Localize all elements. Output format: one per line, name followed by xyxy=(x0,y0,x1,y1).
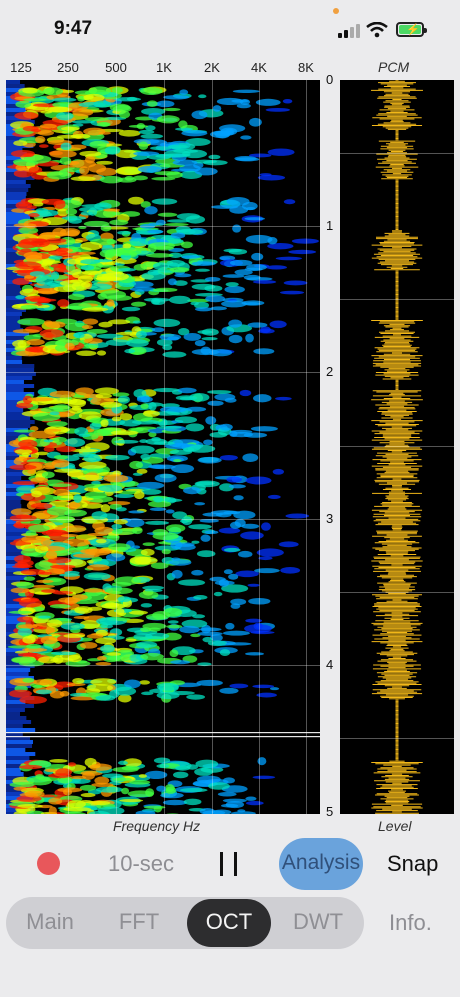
frequency-tick-label: 1K xyxy=(156,60,172,75)
frequency-tick-label: 4K xyxy=(251,60,267,75)
spectrogram-plot xyxy=(6,80,320,814)
status-time: 9:47 xyxy=(54,18,93,39)
privacy-indicator-dot xyxy=(333,8,339,14)
octave-spectrogram[interactable] xyxy=(6,80,320,814)
pause-button[interactable] xyxy=(220,852,240,876)
record-button[interactable] xyxy=(37,852,60,875)
frequency-axis-labels: 125 250 500 1K 2K 4K 8K xyxy=(0,60,330,78)
time-tick-label: 3 xyxy=(326,511,334,526)
pcm-waveform xyxy=(340,79,454,814)
time-tick-label: 4 xyxy=(326,657,334,672)
info-button[interactable]: Info. xyxy=(389,910,432,936)
analysis-button[interactable]: Analysis xyxy=(279,838,363,890)
pcm-title: PCM xyxy=(378,59,410,75)
battery-charging-icon: ⚡ xyxy=(396,22,427,37)
snap-button[interactable]: Snap xyxy=(387,851,438,877)
frequency-tick-label: 250 xyxy=(57,60,79,75)
cellular-signal-icon xyxy=(338,24,360,38)
frequency-axis-caption: Frequency Hz xyxy=(113,818,201,834)
wifi-icon xyxy=(366,22,388,38)
tab-fft[interactable]: FFT xyxy=(119,909,159,935)
level-axis-caption: Level xyxy=(378,818,412,834)
frequency-tick-label: 8K xyxy=(298,60,314,75)
pcm-waveform-panel xyxy=(340,79,454,814)
pause-icon xyxy=(220,852,223,876)
frequency-tick-label: 500 xyxy=(105,60,127,75)
tab-oct[interactable]: OCT xyxy=(187,899,271,947)
mode-segmented-control: Main FFT OCT DWT xyxy=(6,897,364,949)
tab-dwt[interactable]: DWT xyxy=(293,909,343,935)
analysis-label: Analysis xyxy=(281,851,361,874)
status-bar: 9:47 ⚡ xyxy=(0,0,460,60)
time-tick-label: 1 xyxy=(326,218,334,233)
time-tick-label: 5 xyxy=(326,804,334,819)
tab-main[interactable]: Main xyxy=(26,909,74,935)
frequency-tick-label: 2K xyxy=(204,60,220,75)
tab-oct-label: OCT xyxy=(205,909,253,934)
time-tick-label: 2 xyxy=(326,364,334,379)
frequency-tick-label: 125 xyxy=(10,60,32,75)
time-tick-label: 0 xyxy=(326,72,334,87)
duration-button[interactable]: 10-sec xyxy=(108,851,174,877)
